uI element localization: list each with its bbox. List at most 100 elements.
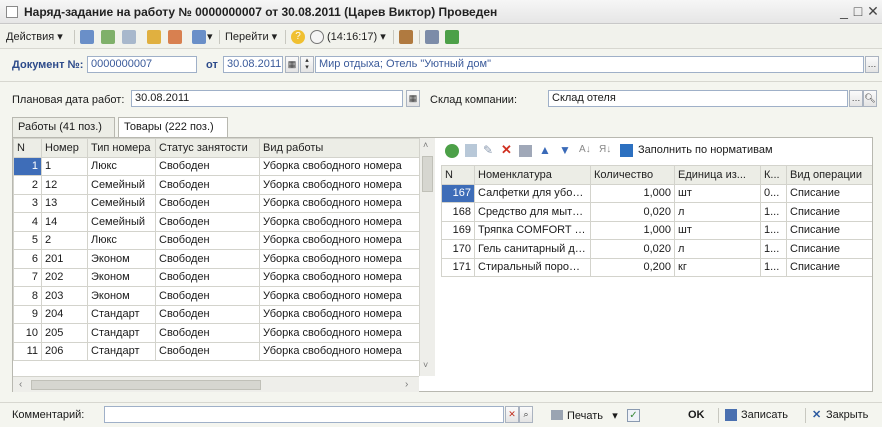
col-nomenclature[interactable]: Номенклатура [474, 165, 591, 185]
edit-row-icon[interactable]: ✎ [483, 142, 493, 158]
movements-icon[interactable] [425, 30, 439, 44]
cell: Стиральный порошок [474, 257, 591, 277]
close-window-button[interactable]: ✕ [865, 3, 881, 20]
refresh-icon[interactable] [101, 30, 115, 44]
cell: Списание [786, 183, 872, 203]
scroll-thumb[interactable] [422, 156, 433, 192]
cell: 0,200 [590, 257, 675, 277]
table-row[interactable]: 1 1 Люкс Свободен Уборка свободного номе… [13, 156, 419, 176]
table-row[interactable]: 3 13 Семейный Свободен Уборка свободного… [13, 193, 419, 213]
table-row[interactable]: 11 206 Стандарт Свободен Уборка свободно… [13, 341, 419, 361]
cell: 171 [441, 257, 475, 277]
table-row[interactable]: 10 205 Стандарт Свободен Уборка свободно… [13, 323, 419, 343]
cell: 5 [13, 230, 42, 250]
create-based-icon[interactable] [192, 30, 206, 44]
printer-icon[interactable] [551, 410, 563, 420]
tab-works[interactable]: Работы (41 поз.) [12, 117, 115, 137]
scroll-left-icon[interactable]: ‹ [19, 379, 22, 390]
scroll-thumb[interactable] [31, 380, 261, 390]
delete-row-icon[interactable]: ✕ [501, 142, 512, 158]
check-icon[interactable]: ✓ [627, 409, 640, 422]
table-row[interactable]: 9 204 Стандарт Свободен Уборка свободног… [13, 304, 419, 324]
col-operation[interactable]: Вид операции [786, 165, 872, 185]
table-row[interactable]: 171 Стиральный порошок 0,200 кг 1... Спи… [441, 257, 872, 277]
works-vertical-scrollbar[interactable]: ˄ ˅ [419, 138, 435, 376]
plan-calendar-icon[interactable]: ▦ [406, 90, 420, 107]
doc-date-field[interactable]: 30.08.2011 [223, 56, 283, 73]
post-document-icon[interactable] [147, 30, 161, 44]
save-icon[interactable] [725, 409, 737, 421]
calendar-icon[interactable]: ▦ [285, 56, 299, 73]
col-coefficient[interactable]: К... [760, 165, 787, 185]
search-icon[interactable]: ⌕ [519, 406, 533, 423]
scroll-down-icon[interactable]: ˅ [423, 360, 428, 370]
print-button[interactable]: Печать ▾ [567, 409, 618, 422]
create-based-dropdown[interactable]: ▾ [207, 29, 213, 45]
cell: 2 [13, 175, 42, 195]
ok-button[interactable]: OK [688, 409, 705, 421]
scroll-up-icon[interactable]: ˄ [423, 140, 428, 150]
move-down-icon[interactable]: ▼ [559, 142, 571, 158]
date-spin-icon[interactable]: ▴ ▾ [300, 56, 314, 73]
fill-norms-icon[interactable] [620, 144, 633, 157]
table-row[interactable]: 168 Средство для мытья ... 0,020 л 1... … [441, 202, 872, 222]
table-row[interactable]: 4 14 Семейный Свободен Уборка свободного… [13, 212, 419, 232]
actions-menu[interactable]: Действия ▾ [6, 29, 63, 45]
save-button[interactable]: Записать [741, 409, 788, 421]
stock-select-button[interactable]: … [849, 90, 863, 107]
fill-norms-button[interactable]: Заполнить по нормативам [638, 142, 773, 158]
unpost-document-icon[interactable] [168, 30, 182, 44]
report-icon[interactable] [445, 30, 459, 44]
plan-date-field[interactable]: 30.08.2011 [131, 90, 403, 107]
col-room-number[interactable]: Номер [41, 138, 88, 158]
move-up-icon[interactable]: ▲ [539, 142, 551, 158]
sort-asc-icon[interactable]: A↓ [579, 142, 591, 158]
organization-select-button[interactable]: … [865, 56, 879, 73]
col-quantity[interactable]: Количество [590, 165, 675, 185]
cell: Свободен [155, 304, 260, 324]
sort-desc-icon[interactable]: Я↓ [599, 142, 611, 158]
table-row[interactable]: 5 2 Люкс Свободен Уборка свободного номе… [13, 230, 419, 250]
col-occupancy[interactable]: Статус занятости [155, 138, 260, 158]
doc-number-field[interactable]: 0000000007 [87, 56, 197, 73]
cell: 1... [760, 220, 787, 240]
cell: 206 [41, 341, 88, 361]
cell: 202 [41, 267, 88, 287]
scroll-right-icon[interactable]: › [405, 379, 408, 390]
col-work-type[interactable]: Вид работы [259, 138, 419, 158]
clear-comment-icon[interactable]: ✕ [505, 406, 519, 423]
works-horizontal-scrollbar[interactable]: ‹ › [13, 376, 419, 392]
comment-field[interactable] [104, 406, 504, 423]
col-n[interactable]: N [441, 165, 475, 185]
cell: 0... [760, 183, 787, 203]
table-row[interactable]: 8 203 Эконом Свободен Уборка свободного … [13, 286, 419, 306]
table-row[interactable]: 169 Тряпка COMFORT ун... 1,000 шт 1... С… [441, 220, 872, 240]
close-button[interactable]: Закрыть [826, 409, 868, 421]
cell: 1 [41, 156, 88, 176]
maximize-button[interactable]: □ [850, 3, 866, 19]
stock-field[interactable]: Склад отеля [548, 90, 848, 107]
table-row[interactable]: 6 201 Эконом Свободен Уборка свободного … [13, 249, 419, 269]
help-icon[interactable]: ? [291, 30, 305, 44]
copy-icon[interactable] [122, 30, 136, 44]
time-button[interactable]: (14:16:17) ▾ [327, 29, 386, 45]
col-unit[interactable]: Единица из... [674, 165, 761, 185]
close-icon[interactable]: ✕ [812, 408, 821, 421]
end-edit-icon[interactable] [519, 145, 532, 157]
copy-row-icon[interactable] [465, 144, 477, 157]
structure-icon[interactable] [399, 30, 413, 44]
add-row-icon[interactable] [445, 144, 459, 158]
goto-menu[interactable]: Перейти ▾ [225, 29, 277, 45]
stock-open-icon[interactable]: 🔍︎ [863, 90, 877, 107]
table-row[interactable]: 2 12 Семейный Свободен Уборка свободного… [13, 175, 419, 195]
add-icon[interactable] [80, 30, 94, 44]
table-row[interactable]: 7 202 Эконом Свободен Уборка свободного … [13, 267, 419, 287]
col-n[interactable]: N [13, 138, 42, 158]
table-row[interactable]: 170 Гель санитарный для... 0,020 л 1... … [441, 239, 872, 259]
tab-goods[interactable]: Товары (222 поз.) [118, 117, 228, 138]
clock-icon[interactable] [310, 30, 324, 44]
col-room-type[interactable]: Тип номера [87, 138, 156, 158]
table-row[interactable]: 167 Салфетки для уборки... 1,000 шт 0...… [441, 183, 872, 203]
organization-field[interactable]: Мир отдыха; Отель "Уютный дом" [315, 56, 864, 73]
cell: кг [674, 257, 761, 277]
